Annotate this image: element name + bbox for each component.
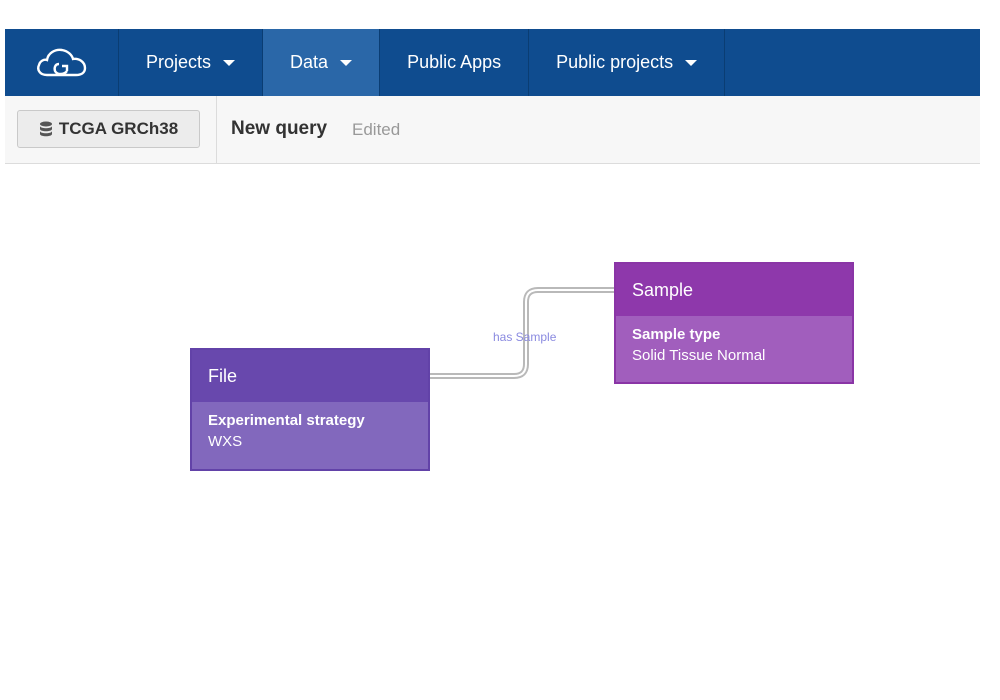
nav-public-projects-label: Public projects (556, 52, 674, 72)
sample-node-body: Sample type Solid Tissue Normal (616, 316, 852, 364)
file-node-attribute: Experimental strategy (208, 412, 365, 429)
nav-public-projects[interactable]: Public projects (529, 29, 726, 96)
query-canvas[interactable]: has Sample File Experimental strategy WX… (0, 164, 1000, 700)
chevron-down-icon (340, 59, 353, 66)
chevron-down-icon (223, 59, 236, 66)
query-toolbar: TCGA GRCh38 New query Edited (5, 96, 980, 164)
nav-projects[interactable]: Projects (119, 29, 264, 96)
database-icon (39, 121, 52, 136)
file-node[interactable]: File Experimental strategy WXS (190, 348, 430, 471)
file-node-value: WXS (208, 433, 243, 450)
sample-node-title: Sample (616, 264, 852, 316)
chevron-down-icon (685, 59, 698, 66)
file-node-title: File (192, 350, 428, 402)
nav-public-apps-label: Public Apps (407, 52, 502, 72)
nav-data[interactable]: Data (263, 29, 381, 96)
datasource-label: TCGA GRCh38 (58, 119, 179, 138)
file-node-body: Experimental strategy WXS (192, 402, 428, 450)
query-status: Edited (352, 120, 401, 139)
sample-node[interactable]: Sample Sample type Solid Tissue Normal (614, 262, 854, 384)
edge-connector[interactable] (0, 164, 1000, 700)
query-title[interactable]: New query (231, 118, 327, 140)
nav-data-label: Data (290, 52, 329, 72)
cloud-logo-icon[interactable] (5, 29, 119, 96)
nav-projects-label: Projects (146, 52, 212, 72)
top-navbar: Projects Data Public Apps Public project… (5, 29, 980, 96)
sample-node-attribute: Sample type (632, 326, 721, 343)
toolbar-divider (216, 96, 217, 163)
datasource-button[interactable]: TCGA GRCh38 (17, 110, 200, 148)
nav-public-apps[interactable]: Public Apps (380, 29, 530, 96)
edge-label: has Sample (493, 330, 557, 344)
sample-node-value: Solid Tissue Normal (632, 347, 766, 364)
